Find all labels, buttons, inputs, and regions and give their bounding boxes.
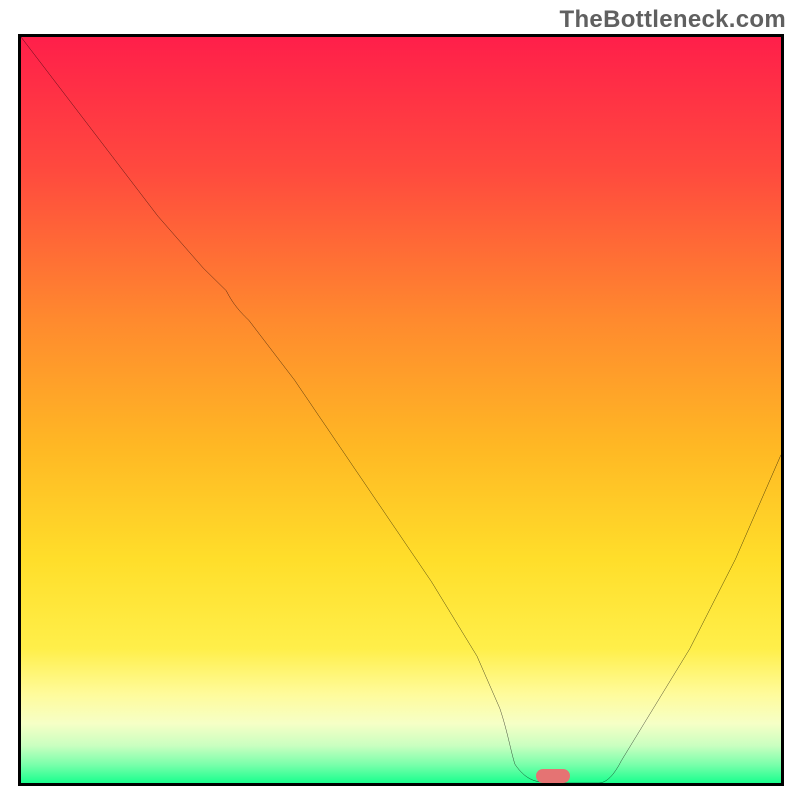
chart-container: TheBottleneck.com <box>0 0 800 800</box>
curve-line <box>21 37 781 783</box>
bottleneck-curve-path <box>21 37 781 783</box>
watermark-text: TheBottleneck.com <box>560 6 786 34</box>
plot-area <box>18 34 784 786</box>
optimal-marker <box>536 769 570 783</box>
